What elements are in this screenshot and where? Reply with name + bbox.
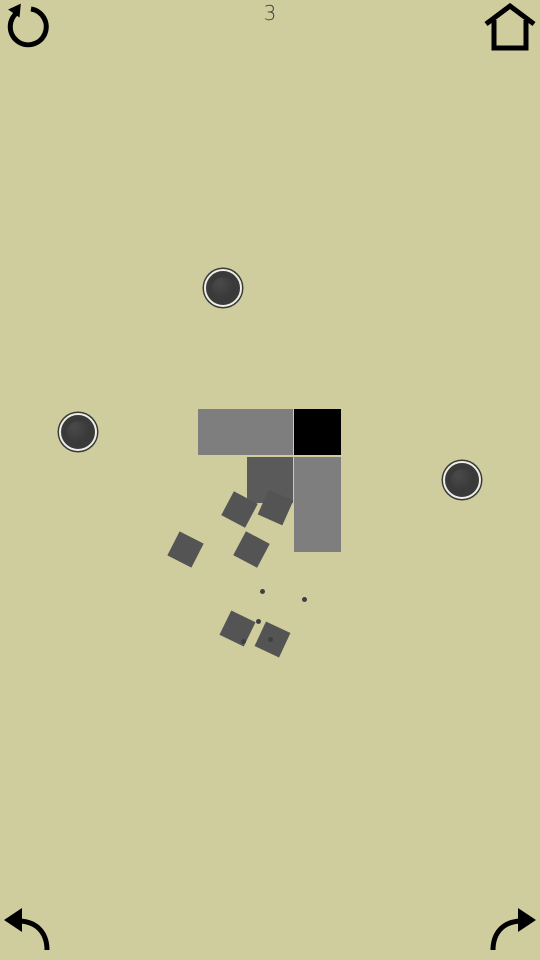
- debris-dot: [268, 637, 273, 642]
- redo-button[interactable]: [484, 904, 540, 956]
- vertical-block[interactable]: [294, 457, 341, 552]
- redo-icon: [490, 908, 536, 951]
- debris-dot: [260, 589, 265, 594]
- ball[interactable]: [59, 413, 97, 451]
- home-button[interactable]: [482, 2, 538, 54]
- debris-dot: [302, 597, 307, 602]
- debris-dot: [256, 619, 261, 624]
- block-shard: [167, 531, 204, 568]
- undo-button[interactable]: [0, 904, 56, 956]
- horizontal-block[interactable]: [198, 409, 293, 455]
- level-number: 3: [263, 1, 277, 25]
- home-icon: [484, 2, 536, 51]
- block-shard: [219, 610, 256, 647]
- block-shard: [233, 531, 270, 568]
- ball[interactable]: [204, 269, 242, 307]
- undo-icon: [4, 908, 50, 951]
- debris-dot: [241, 639, 246, 644]
- target-block[interactable]: [294, 409, 341, 455]
- ball[interactable]: [443, 461, 481, 499]
